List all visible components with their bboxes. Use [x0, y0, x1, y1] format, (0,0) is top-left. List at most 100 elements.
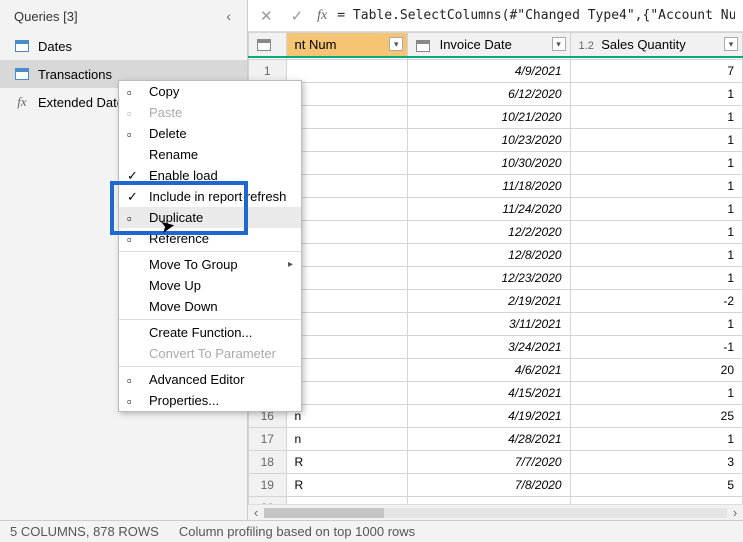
cell-sales-quantity[interactable]: 1 [570, 174, 742, 197]
cell-invoice-date[interactable]: 3/11/2021 [408, 312, 570, 335]
context-menu[interactable]: ▫Copy▫Paste▫DeleteRename✓Enable load✓Inc… [118, 80, 302, 412]
cell-sales-quantity[interactable]: 1 [570, 243, 742, 266]
cell-sales-quantity[interactable]: 1 [570, 381, 742, 404]
menu-item-copy[interactable]: ▫Copy [119, 81, 301, 102]
column-header-sales-quantity[interactable]: 1.2 Sales Quantity ▾ [570, 33, 742, 58]
table-row[interactable]: 2/19/2021-2 [249, 289, 743, 312]
cell-invoice-date[interactable]: 2/19/2021 [408, 289, 570, 312]
cell-sales-quantity[interactable]: 1 [570, 220, 742, 243]
cell-account-num[interactable] [286, 151, 408, 174]
table-row[interactable]: 11/24/20201 [249, 197, 743, 220]
cell-sales-quantity[interactable]: 1 [570, 128, 742, 151]
cell-invoice-date[interactable]: 4/15/2021 [408, 381, 570, 404]
horizontal-scrollbar[interactable]: ‹ › [248, 504, 743, 520]
menu-item-include-in-report-refresh[interactable]: ✓Include in report refresh [119, 186, 301, 207]
menu-item-reference[interactable]: ▫Reference [119, 228, 301, 249]
cell-sales-quantity[interactable]: 1 [570, 266, 742, 289]
cell-sales-quantity[interactable]: -1 [570, 335, 742, 358]
menu-item-delete[interactable]: ▫Delete [119, 123, 301, 144]
column-filter-button[interactable]: ▾ [724, 37, 738, 51]
cell-invoice-date[interactable]: 7/7/2020 [408, 450, 570, 473]
table-row[interactable]: 10/30/20201 [249, 151, 743, 174]
cell-account-num[interactable]: R [286, 473, 408, 496]
cell-invoice-date[interactable]: 3/24/2021 [408, 335, 570, 358]
cell-invoice-date[interactable]: 4/28/2021 [408, 427, 570, 450]
table-row[interactable]: 18R7/7/20203 [249, 450, 743, 473]
table-row[interactable]: 6/12/20201 [249, 82, 743, 105]
menu-item-create-function[interactable]: Create Function... [119, 322, 301, 343]
cell-invoice-date[interactable]: 10/21/2020 [408, 105, 570, 128]
table-row[interactable]: 19R7/8/20205 [249, 473, 743, 496]
cell-sales-quantity[interactable]: 1 [570, 427, 742, 450]
cell-account-num[interactable] [286, 174, 408, 197]
table-row[interactable]: 15n4/15/20211 [249, 381, 743, 404]
column-header-invoice-date[interactable]: Invoice Date ▾ [408, 33, 570, 58]
formula-cancel-button[interactable]: ✕ [256, 7, 277, 25]
cell-sales-quantity[interactable]: 3 [570, 450, 742, 473]
cell-sales-quantity[interactable]: -2 [570, 289, 742, 312]
cell-invoice-date[interactable]: 12/8/2020 [408, 243, 570, 266]
cell-sales-quantity[interactable]: 25 [570, 404, 742, 427]
table-row[interactable]: 10/21/20201 [249, 105, 743, 128]
cell-account-num[interactable] [286, 220, 408, 243]
table-row[interactable]: 16n4/19/202125 [249, 404, 743, 427]
table-row[interactable]: 10/23/20201 [249, 128, 743, 151]
cell-account-num[interactable] [286, 312, 408, 335]
cell-invoice-date[interactable]: 11/18/2020 [408, 174, 570, 197]
cell-sales-quantity[interactable]: 1 [570, 82, 742, 105]
menu-item-move-to-group[interactable]: Move To Group▸ [119, 254, 301, 275]
row-number[interactable]: 1 [249, 59, 287, 82]
cell-invoice-date[interactable]: 11/24/2020 [408, 197, 570, 220]
cell-account-num[interactable] [286, 105, 408, 128]
cell-account-num[interactable] [286, 289, 408, 312]
scroll-right-button[interactable]: › [727, 505, 743, 520]
cell-sales-quantity[interactable]: 5 [570, 473, 742, 496]
cell-account-num[interactable]: R [286, 450, 408, 473]
row-header-corner[interactable] [249, 33, 287, 58]
menu-item-enable-load[interactable]: ✓Enable load [119, 165, 301, 186]
cell-account-num[interactable] [286, 243, 408, 266]
cell-invoice-date[interactable]: 12/23/2020 [408, 266, 570, 289]
collapse-pane-button[interactable]: ‹ [220, 6, 237, 26]
menu-item-duplicate[interactable]: ▫Duplicate [119, 207, 301, 228]
cell-invoice-date[interactable]: 4/19/2021 [408, 404, 570, 427]
table-row[interactable]: 4/6/202120 [249, 358, 743, 381]
cell-invoice-date[interactable]: 4/9/2021 [408, 59, 570, 82]
cell-invoice-date[interactable]: 10/30/2020 [408, 151, 570, 174]
menu-item-move-down[interactable]: Move Down [119, 296, 301, 317]
cell-account-num[interactable] [286, 358, 408, 381]
scroll-thumb[interactable] [264, 508, 384, 518]
menu-item-advanced-editor[interactable]: ▫Advanced Editor [119, 369, 301, 390]
menu-item-move-up[interactable]: Move Up [119, 275, 301, 296]
cell-sales-quantity[interactable]: 1 [570, 151, 742, 174]
column-filter-button[interactable]: ▾ [389, 37, 403, 51]
cell-sales-quantity[interactable]: 1 [570, 312, 742, 335]
row-number[interactable]: 17 [249, 427, 287, 450]
table-row[interactable]: 17n4/28/20211 [249, 427, 743, 450]
formula-confirm-button[interactable]: ✓ [287, 7, 308, 25]
table-row[interactable]: 12/8/20201 [249, 243, 743, 266]
cell-account-num[interactable]: n [286, 404, 408, 427]
cell-account-num[interactable] [286, 82, 408, 105]
menu-item-properties[interactable]: ▫Properties... [119, 390, 301, 411]
cell-invoice-date[interactable]: 4/6/2021 [408, 358, 570, 381]
menu-item-rename[interactable]: Rename [119, 144, 301, 165]
column-header-account-num[interactable]: nt Num ▾ [286, 33, 408, 58]
cell-invoice-date[interactable]: 7/8/2020 [408, 473, 570, 496]
cell-account-num[interactable] [286, 197, 408, 220]
cell-invoice-date[interactable]: 6/12/2020 [408, 82, 570, 105]
cell-account-num[interactable]: n [286, 381, 408, 404]
scroll-track[interactable] [264, 508, 727, 518]
cell-sales-quantity[interactable]: 1 [570, 105, 742, 128]
cell-account-num[interactable]: n [286, 427, 408, 450]
table-row[interactable]: 11/18/20201 [249, 174, 743, 197]
table-row[interactable]: 3/11/20211 [249, 312, 743, 335]
formula-input[interactable]: = Table.SelectColumns(#"Changed Type4",{… [337, 8, 735, 23]
cell-account-num[interactable] [286, 266, 408, 289]
cell-account-num[interactable] [286, 335, 408, 358]
table-row[interactable]: 12/23/20201 [249, 266, 743, 289]
table-row[interactable]: 14/9/20217 [249, 59, 743, 82]
cell-account-num[interactable] [286, 59, 408, 82]
table-row[interactable]: 3/24/2021-1 [249, 335, 743, 358]
cell-sales-quantity[interactable]: 20 [570, 358, 742, 381]
